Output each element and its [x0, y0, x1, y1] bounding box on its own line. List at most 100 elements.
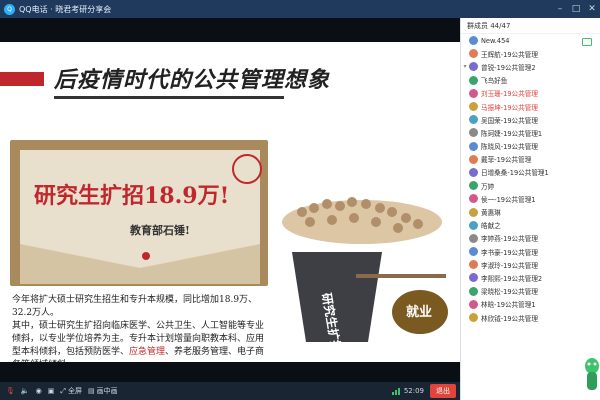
member-name: 李婷燕-19公共管理 [481, 235, 538, 244]
list-item[interactable]: 林晗-19公共管理1 [461, 298, 600, 311]
member-name: 王辉航-19公共管理 [481, 50, 538, 59]
member-name: 刘玉珊-19公共管理 [481, 90, 538, 99]
avatar [469, 286, 478, 296]
list-item[interactable]: 侯一-19公共管理1 [461, 192, 600, 205]
list-item[interactable]: 李婷燕-19公共管理 [461, 232, 600, 245]
member-name: 林欣钺-19公共管理 [481, 314, 538, 323]
maximize-icon[interactable]: □ [568, 4, 584, 14]
list-item[interactable]: New.454 [461, 34, 600, 47]
list-item[interactable]: 戴菲-19公共管理 [461, 153, 600, 166]
avatar [469, 299, 478, 309]
avatar [469, 260, 478, 270]
close-icon[interactable]: ✕ [584, 4, 600, 14]
avatar [469, 115, 478, 125]
list-item[interactable]: 林欣钺-19公共管理 [461, 311, 600, 324]
mic-icon: 🎙 [6, 387, 15, 395]
avatar [469, 75, 478, 85]
qq-logo-icon: Q [4, 3, 15, 15]
crowd-illustration: 研究生扩招 就业 [282, 197, 448, 353]
camera-icon: ◉ [35, 387, 42, 395]
camera-button[interactable]: ◉ [36, 387, 42, 395]
member-name: 马振坤-19公共管理 [481, 103, 538, 112]
list-item[interactable]: 飞鸟好鱼 [461, 74, 600, 87]
member-list: New.454 王辉航-19公共管理 ▾ 曾锐-19公共管理2 飞鸟好鱼刘玉珊-19公共… [461, 34, 600, 324]
avatar [469, 49, 478, 59]
list-item[interactable]: 万婷 [461, 179, 600, 192]
member-name: 侯一-19公共管理1 [481, 195, 536, 204]
list-item[interactable]: 李淑玲-19公共管理 [461, 258, 600, 271]
mascot-icon [585, 358, 599, 390]
avatar [469, 181, 478, 191]
list-item[interactable]: 吴国荣-19公共管理 [461, 113, 600, 126]
member-name: 黄惠琳 [481, 209, 501, 218]
list-item[interactable]: 陈珂婕-19公共管理1 [461, 126, 600, 139]
member-name: 曾锐-19公共管理2 [481, 63, 536, 72]
share-button[interactable]: ▣ [48, 387, 55, 395]
chevron-down-icon[interactable]: ▾ [461, 63, 469, 70]
member-name: 李熙熙-19公共管理2 [481, 274, 543, 283]
mic-button[interactable]: 🎙 [6, 387, 15, 395]
member-name: 戴菲-19公共管理 [481, 156, 532, 165]
list-item[interactable]: 陈晓风-19公共管理 [461, 140, 600, 153]
member-name: 梁晓松-19公共管理 [481, 288, 538, 297]
minimize-icon[interactable]: – [552, 4, 568, 14]
list-item[interactable]: 马振坤-19公共管理 [461, 100, 600, 113]
fullscreen-button[interactable]: ⤢ 全屏 [60, 386, 82, 396]
avatar [469, 154, 478, 164]
member-name: 日增桑桑-19公共管理1 [481, 169, 549, 178]
list-item[interactable]: 李书豪-19公共管理 [461, 245, 600, 258]
list-item[interactable]: 王辉航-19公共管理 [461, 47, 600, 60]
photo-headline: 研究生扩招18.9万! [34, 183, 230, 209]
list-item[interactable]: 李熙熙-19公共管理2 [461, 271, 600, 284]
avatar [469, 88, 478, 98]
title-accent-bar [0, 72, 44, 86]
member-count-header: 群成员 44/47 [461, 18, 600, 34]
wax-seal-icon [142, 252, 150, 260]
seal-stamp-icon [232, 154, 262, 184]
avatar [469, 36, 478, 46]
call-toolbar: 🎙 🔈 ◉ ▣ ⤢ 全屏 ▤ 画中画 52:09 退出 [0, 382, 460, 400]
app-window: Q QQ电话 · 晓君考研分享会 – □ ✕ 后疫情时代的公共管理想象 研究生扩… [0, 0, 600, 400]
member-name: 万婷 [481, 182, 495, 191]
exit-button[interactable]: 退出 [430, 384, 456, 398]
member-name: 皓献之 [481, 222, 501, 231]
pip-icon: ▤ [87, 387, 95, 395]
list-item[interactable]: 刘玉珊-19公共管理 [461, 87, 600, 100]
avatar [469, 313, 478, 323]
member-name: 陈晓风-19公共管理 [481, 143, 538, 152]
camera-indicator-icon[interactable] [582, 38, 592, 46]
pip-button[interactable]: ▤ 画中画 [88, 386, 118, 396]
list-item[interactable]: 梁晓松-19公共管理 [461, 285, 600, 298]
highlight-text: 应急管理 [129, 347, 166, 357]
share-icon: ▣ [47, 387, 55, 395]
list-item[interactable]: 皓献之 [461, 219, 600, 232]
video-stage: 后疫情时代的公共管理想象 研究生扩招18.9万! 教育部石锤! 今年将扩大硕士研… [0, 18, 460, 382]
member-name: 林晗-19公共管理1 [481, 301, 536, 310]
list-item[interactable]: 日增桑桑-19公共管理1 [461, 166, 600, 179]
avatar [469, 128, 478, 138]
speaker-button[interactable]: 🔈 [21, 387, 30, 395]
avatar [469, 62, 478, 72]
slide-header: 后疫情时代的公共管理想象 [0, 50, 460, 102]
pot-label: 就业 [406, 304, 432, 320]
member-name: 吴国荣-19公共管理 [481, 116, 538, 125]
title-bar: Q QQ电话 · 晓君考研分享会 – □ ✕ [0, 0, 600, 18]
video-bottom-strip [0, 362, 460, 382]
paragraph-2: 其中，硕士研究生扩招向临床医学、公共卫生、人工智能等专业倾斜，以专业学位培养为主… [12, 321, 265, 362]
paragraph-1: 今年将扩大硕士研究生招生和专升本规模，同比增加18.9万、32.2万人。 [12, 295, 258, 318]
window-title: QQ电话 · 晓君考研分享会 [19, 4, 112, 14]
member-name: 陈珂婕-19公共管理1 [481, 129, 543, 138]
member-name: 李书豪-19公共管理 [481, 248, 538, 257]
avatar [469, 141, 478, 151]
signal-icon [391, 387, 400, 395]
member-name: 李淑玲-19公共管理 [481, 261, 538, 270]
member-sidebar: 群成员 44/47 New.454 王辉航-19公共管理 ▾ 曾锐-19公共管理2 飞鸟… [460, 18, 600, 400]
avatar [469, 102, 478, 112]
avatar [469, 167, 478, 177]
call-timer: 52:09 [403, 387, 424, 395]
list-item[interactable]: 黄惠琳 [461, 205, 600, 218]
member-name: 飞鸟好鱼 [481, 77, 508, 86]
member-name: New.454 [481, 36, 510, 45]
list-item[interactable]: ▾ 曾锐-19公共管理2 [461, 60, 600, 73]
avatar [469, 233, 478, 243]
